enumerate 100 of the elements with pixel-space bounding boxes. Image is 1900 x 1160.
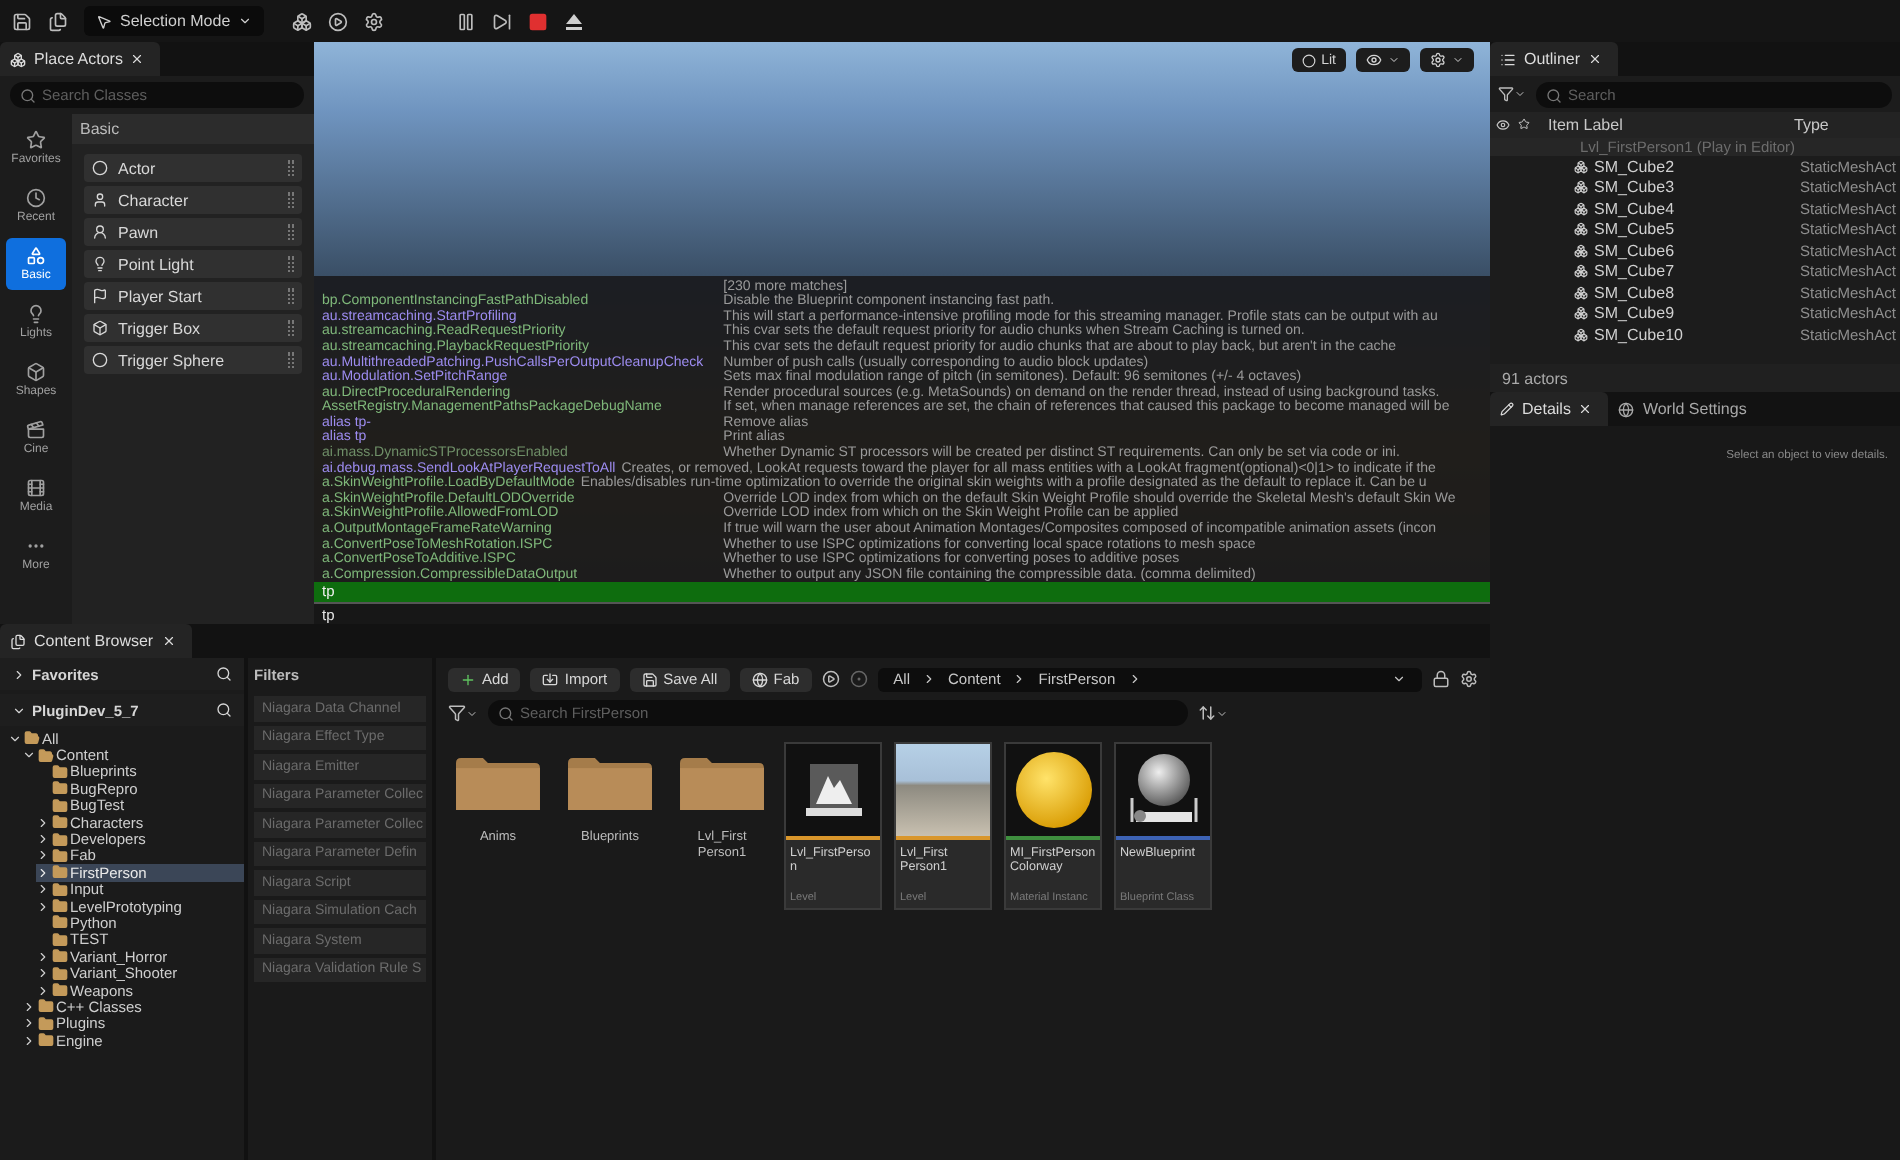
folder-icon xyxy=(568,758,652,811)
actor-label[interactable]: SM_Cube10 xyxy=(1594,325,1683,344)
stop-icon[interactable] xyxy=(528,11,549,31)
place-actors-tab[interactable]: Place Actors xyxy=(0,42,161,76)
save-icon xyxy=(641,671,658,687)
panel-tab[interactable]: Details xyxy=(1490,392,1609,426)
actor-label[interactable]: SM_Cube9 xyxy=(1594,304,1675,323)
column-header[interactable]: Item Label xyxy=(1548,116,1794,134)
close-icon[interactable] xyxy=(130,52,145,66)
actor-label[interactable]: SM_Cube8 xyxy=(1594,283,1675,302)
actor-item[interactable]: Character xyxy=(84,186,302,214)
search-icon xyxy=(1546,87,1562,103)
close-icon[interactable] xyxy=(1588,52,1603,66)
folder-icon xyxy=(680,758,764,811)
lightbulb-icon xyxy=(26,304,46,324)
circle-icon xyxy=(1301,53,1316,67)
actor-label[interactable]: SM_Cube6 xyxy=(1594,241,1675,260)
circle-dot-icon[interactable] xyxy=(849,670,868,688)
eye-icon[interactable] xyxy=(1496,118,1510,132)
skip-icon[interactable] xyxy=(492,11,513,31)
mesh-icon xyxy=(1574,285,1588,300)
actor-label[interactable]: SM_Cube7 xyxy=(1594,262,1675,281)
filter-icon[interactable] xyxy=(448,704,478,722)
actor-item[interactable]: Actor xyxy=(84,154,302,182)
sphere-icon xyxy=(1013,750,1093,830)
chevron-right-icon xyxy=(1012,672,1027,686)
mesh-icon xyxy=(1574,243,1588,258)
actor-item[interactable]: Point Light xyxy=(84,250,302,278)
files-icon[interactable] xyxy=(48,11,68,31)
actor-item[interactable]: Player Start xyxy=(84,282,302,310)
person-icon xyxy=(92,192,108,208)
chevron-right-icon xyxy=(1127,672,1142,686)
selection-mode-dropdown[interactable]: Selection Mode xyxy=(84,6,265,36)
panel-tab[interactable]: World Settings xyxy=(1608,392,1763,426)
folder-icon xyxy=(456,758,540,811)
chevron-down-icon xyxy=(238,14,253,28)
lock-icon[interactable] xyxy=(1432,670,1450,688)
level-preview-picture xyxy=(896,744,990,836)
actor-label[interactable]: SM_Cube4 xyxy=(1594,199,1675,218)
outliner-tab[interactable]: Outliner xyxy=(1490,42,1619,76)
eye-icon[interactable] xyxy=(1356,48,1410,72)
person-icon xyxy=(92,224,108,240)
filter-icon[interactable] xyxy=(1498,86,1526,102)
mesh-icon xyxy=(1574,264,1588,279)
actor-label[interactable]: SM_Cube3 xyxy=(1594,178,1675,197)
chevron-right-icon xyxy=(12,667,26,681)
mesh-icon xyxy=(1574,159,1588,174)
settings-icon[interactable] xyxy=(1460,670,1478,688)
pencil-icon xyxy=(1500,402,1514,416)
star-icon[interactable] xyxy=(1518,118,1530,130)
plus-icon xyxy=(460,671,476,687)
chevron-down-icon xyxy=(12,703,26,717)
cubes-icon xyxy=(10,51,26,67)
actor-item[interactable]: Trigger Box xyxy=(84,314,302,342)
shapes-icon xyxy=(26,246,46,266)
list-icon xyxy=(1500,51,1516,67)
chevron-right-icon xyxy=(922,672,937,686)
film-icon xyxy=(26,478,46,498)
flag-icon xyxy=(92,288,108,304)
section-header: Basic xyxy=(72,114,314,144)
globe-icon xyxy=(1618,401,1635,417)
search-icon xyxy=(216,702,232,718)
star-icon xyxy=(26,130,46,150)
actor-label[interactable]: SM_Cube5 xyxy=(1594,220,1675,239)
files-icon xyxy=(10,633,26,649)
mesh-icon xyxy=(1574,306,1588,321)
cubes-icon[interactable] xyxy=(292,11,313,31)
search-icon xyxy=(216,666,232,682)
actor-label[interactable]: SM_Cube2 xyxy=(1594,157,1675,176)
mesh-icon xyxy=(1574,222,1588,237)
clock-icon xyxy=(26,188,46,208)
chevron-down-icon[interactable] xyxy=(1392,672,1406,686)
sphere-icon xyxy=(92,352,108,368)
save-icon[interactable] xyxy=(12,11,32,31)
search-icon xyxy=(498,706,514,722)
mesh-icon xyxy=(1574,327,1588,342)
close-icon[interactable] xyxy=(161,634,176,648)
settings-icon[interactable] xyxy=(1420,48,1474,72)
eject-icon[interactable] xyxy=(564,11,585,31)
lightbulb-icon xyxy=(92,256,108,272)
box-icon xyxy=(92,320,108,336)
pause-icon[interactable] xyxy=(456,11,477,31)
mesh-icon xyxy=(1574,201,1588,216)
pointer-icon xyxy=(96,13,112,29)
mountain-icon xyxy=(803,760,863,820)
actor-item[interactable]: Trigger Sphere xyxy=(84,346,302,374)
cubes-icon xyxy=(26,362,46,382)
clapperboard-icon xyxy=(26,420,46,440)
import-icon xyxy=(542,671,559,687)
sphere-icon xyxy=(92,160,108,176)
actor-count: 91 actors xyxy=(1502,369,1568,387)
close-icon[interactable] xyxy=(1578,402,1593,416)
play-icon[interactable] xyxy=(328,11,349,31)
column-header[interactable]: Type xyxy=(1794,116,1894,134)
actor-item[interactable]: Pawn xyxy=(84,218,302,246)
sort-icon[interactable] xyxy=(1198,704,1228,722)
play-icon[interactable] xyxy=(821,670,840,688)
settings-icon[interactable] xyxy=(364,11,385,31)
globe-icon xyxy=(751,671,768,687)
content-browser-tab[interactable]: Content Browser xyxy=(0,624,192,658)
